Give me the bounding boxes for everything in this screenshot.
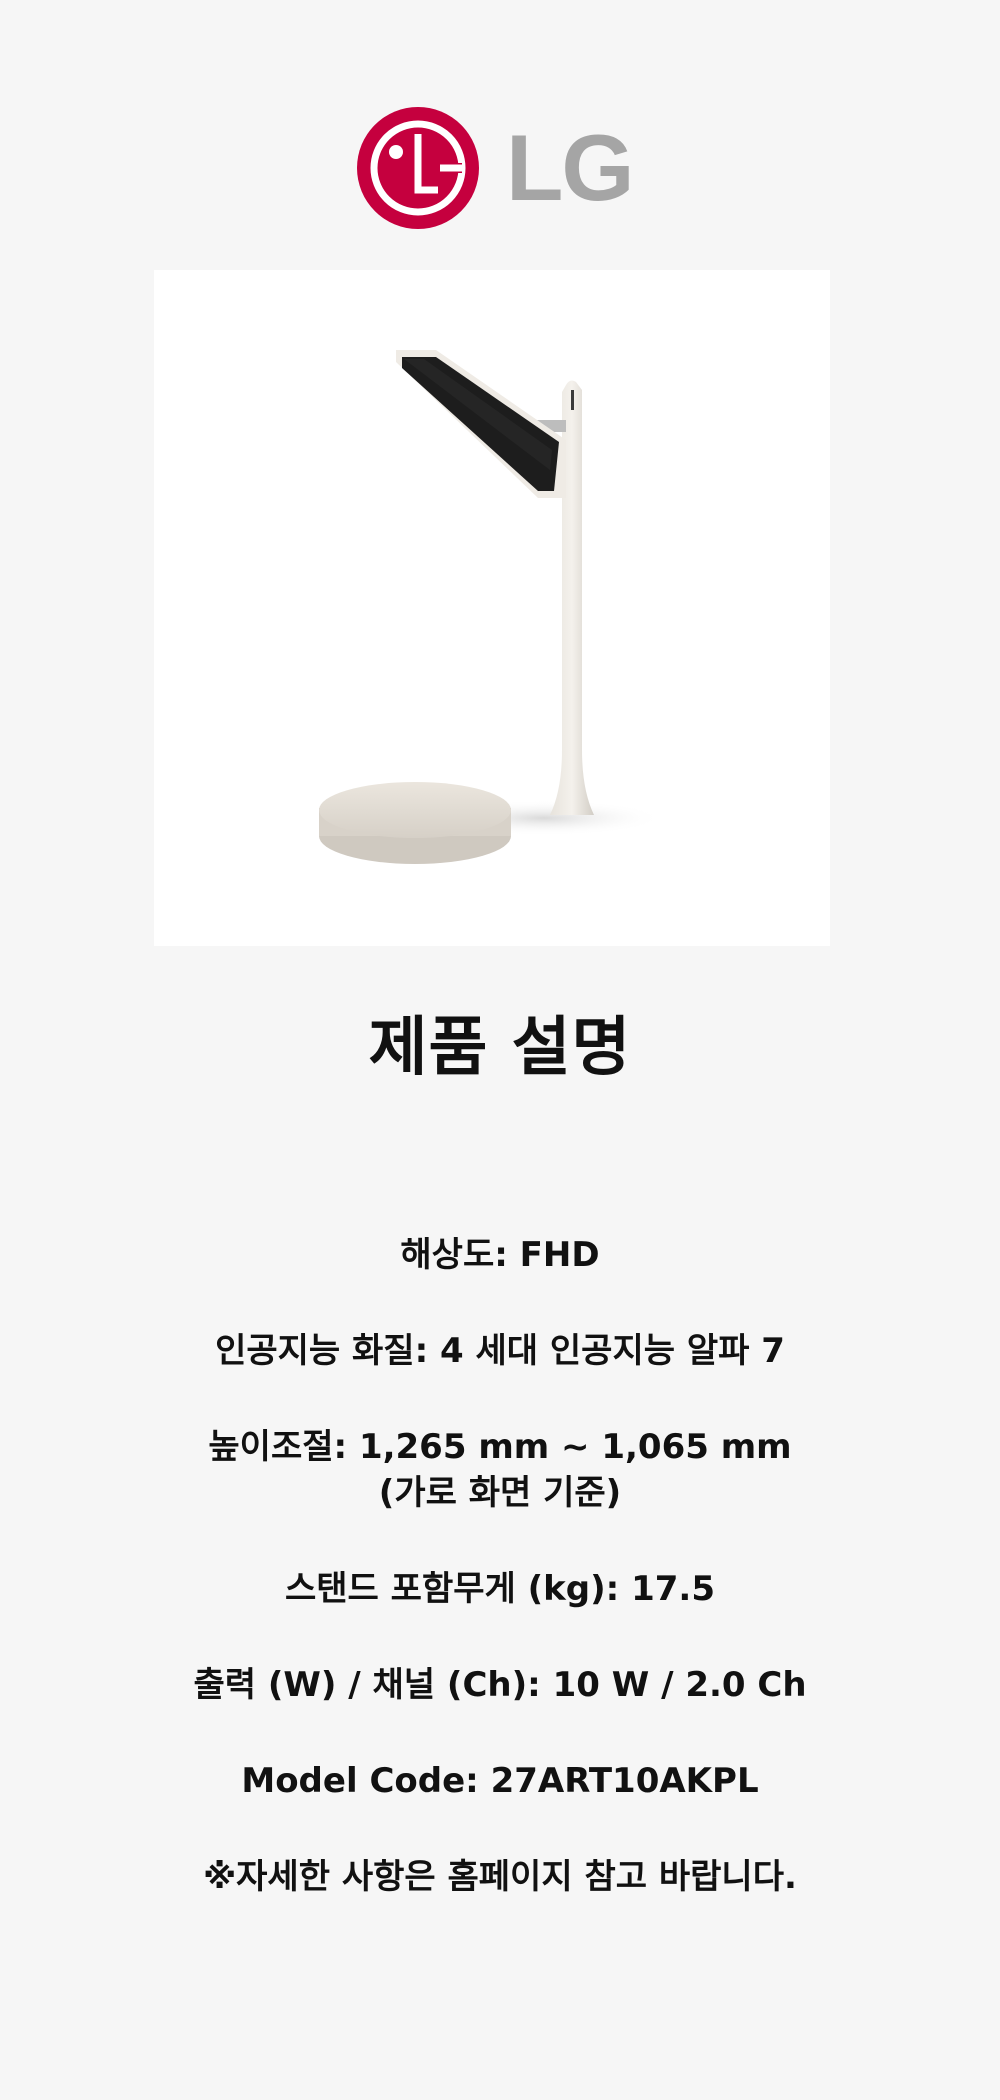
lg-face-icon	[357, 107, 479, 229]
section-title: 제품 설명	[368, 1011, 632, 1085]
spec-text: 출력 (W) / 채널 (Ch): 10 W / 2.0 Ch	[193, 1665, 807, 1705]
spec-footnote: ※자세한 사항은 홈페이지 참고 바랍니다.	[0, 1854, 1000, 1900]
spec-text: 인공지능 화질: 4 세대 인공지능 알파 7	[215, 1331, 785, 1371]
spec-model-code: Model Code: 27ART10AKPL	[0, 1758, 1000, 1804]
spec-text: Model Code: 27ART10AKPL	[241, 1761, 759, 1801]
spec-text: 높이조절: 1,265 mm ~ 1,065 mm	[208, 1427, 792, 1467]
spec-resolution: 해상도: FHD	[0, 1232, 1000, 1278]
spec-text: ※자세한 사항은 홈페이지 참고 바랍니다.	[203, 1857, 797, 1897]
spec-ai-picture: 인공지능 화질: 4 세대 인공지능 알파 7	[0, 1328, 1000, 1374]
spec-text: 해상도: FHD	[400, 1235, 600, 1275]
spec-text: 스탠드 포함무게 (kg): 17.5	[285, 1569, 715, 1609]
spec-list: 해상도: FHD 인공지능 화질: 4 세대 인공지능 알파 7 높이조절: 1…	[0, 1232, 1000, 1950]
spec-note: (가로 화면 기준)	[378, 1473, 622, 1513]
product-image	[154, 270, 830, 946]
spec-height-adjust: 높이조절: 1,265 mm ~ 1,065 mm (가로 화면 기준)	[0, 1424, 1000, 1516]
lg-logo: LG	[356, 106, 636, 230]
spec-audio-output: 출력 (W) / 채널 (Ch): 10 W / 2.0 Ch	[0, 1662, 1000, 1708]
brand-wordmark: LG	[506, 115, 635, 220]
spec-weight: 스탠드 포함무게 (kg): 17.5	[0, 1566, 1000, 1612]
